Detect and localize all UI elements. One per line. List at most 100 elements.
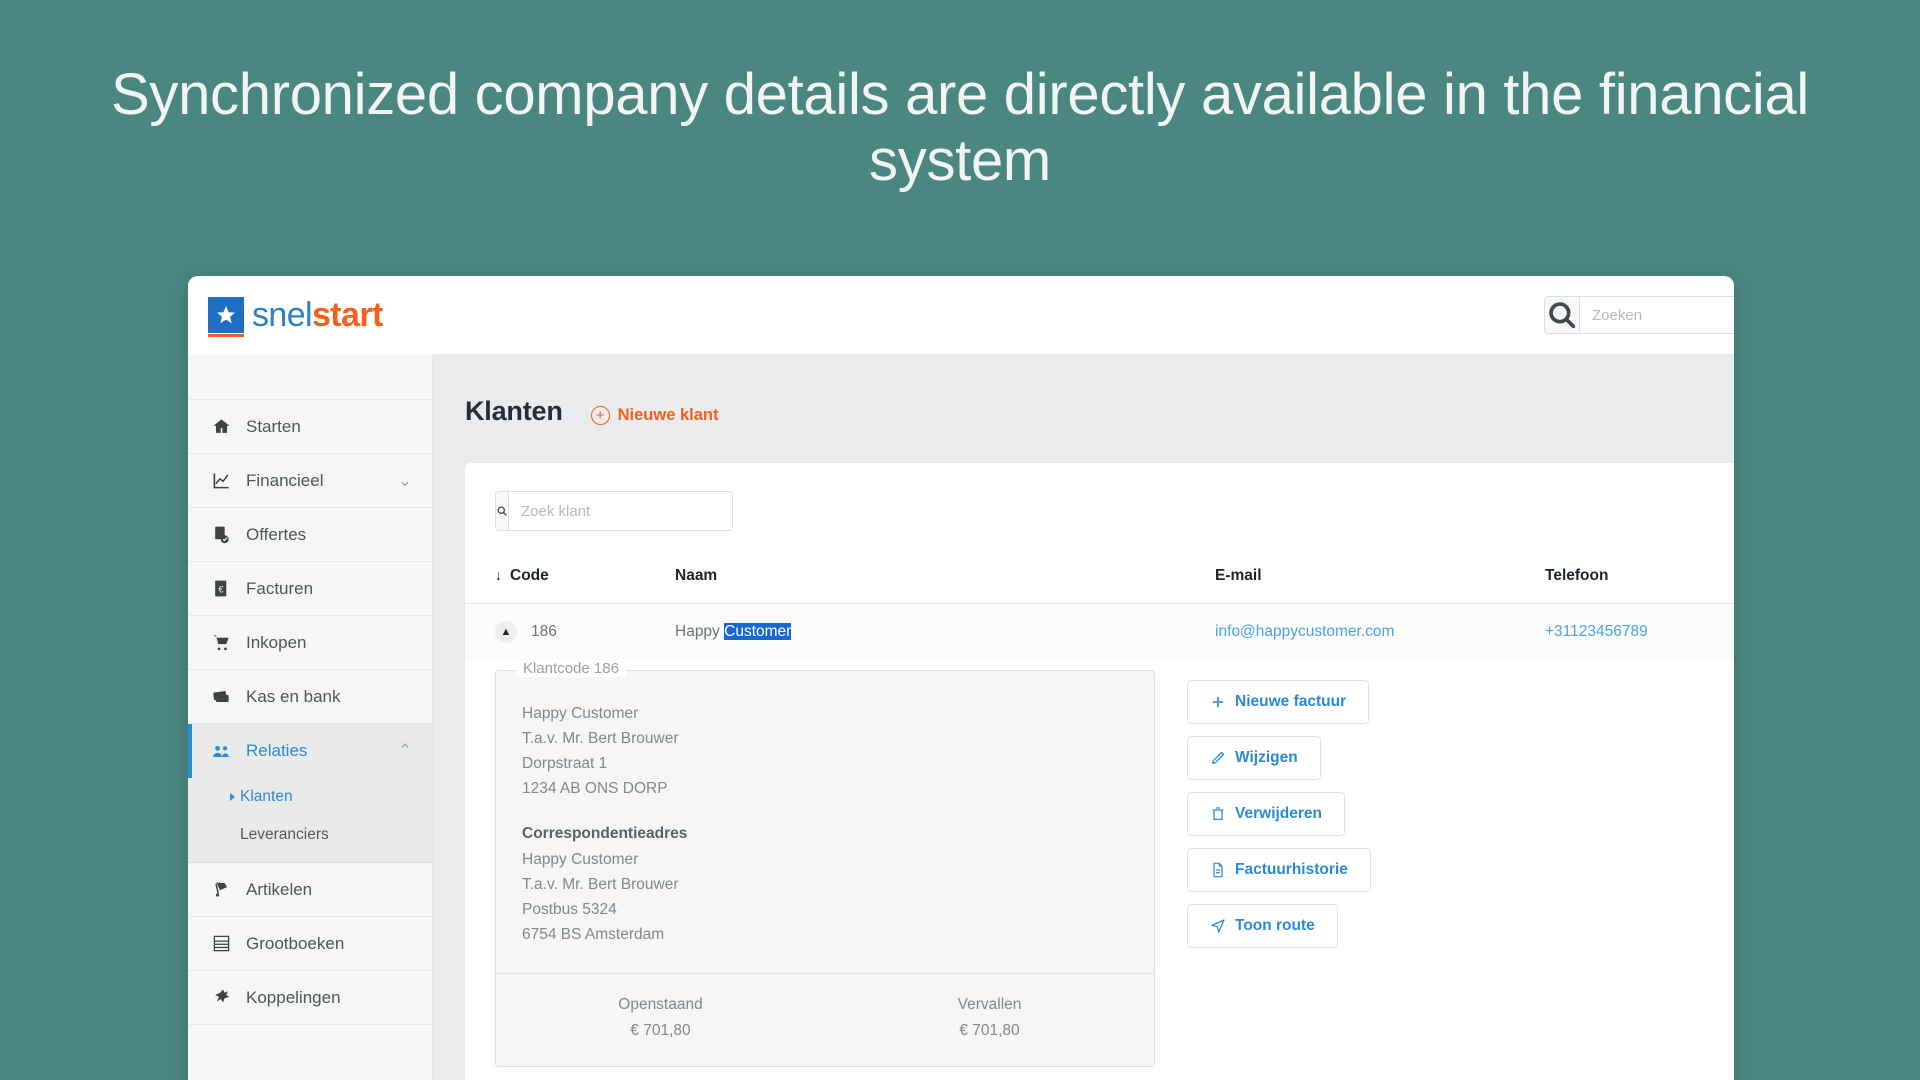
column-header-code[interactable]: ↓ Code bbox=[465, 553, 675, 604]
chevron-up-icon[interactable]: ⌃ bbox=[398, 741, 412, 761]
action-label: Toon route bbox=[1235, 917, 1315, 934]
sidebar-item-grootboeken[interactable]: Grootboeken bbox=[188, 917, 432, 971]
total-label: Vervallen bbox=[957, 995, 1022, 1013]
sort-desc-arrow-icon[interactable]: ↓ bbox=[495, 567, 502, 583]
sidebar-item-offertes[interactable]: Offertes bbox=[188, 508, 432, 562]
sidebar-item-artikelen[interactable]: Artikelen bbox=[188, 863, 432, 917]
correspondence-line: Happy Customer bbox=[522, 850, 639, 868]
sidebar-item-label: Koppelingen bbox=[246, 987, 341, 1007]
address-line: Happy Customer bbox=[522, 705, 639, 722]
klant-search-input[interactable] bbox=[509, 492, 732, 530]
global-search[interactable] bbox=[1544, 296, 1734, 334]
main-content: Klanten + Nieuwe klant Zoek klant ↓ Code… bbox=[433, 354, 1734, 1080]
page-title: Klanten bbox=[465, 396, 563, 426]
snelstart-logo[interactable]: snelstart bbox=[208, 297, 383, 337]
sidebar-top-spacer bbox=[188, 354, 432, 400]
table-row[interactable]: ▲ 186 Happy Customer info@happycustomer.c… bbox=[465, 603, 1734, 660]
nieuwe-klant-button[interactable]: + Nieuwe klant bbox=[590, 406, 719, 425]
chevron-down-icon[interactable]: ⌄ bbox=[398, 471, 412, 491]
people-icon bbox=[212, 742, 242, 761]
row-name-plain: Happy bbox=[675, 623, 725, 640]
sidebar-subitem-label: Klanten bbox=[240, 788, 293, 805]
dolly-icon bbox=[212, 880, 242, 899]
search-input[interactable] bbox=[1580, 297, 1734, 333]
logo-text-snel: snel bbox=[252, 296, 313, 334]
cell-email: info@happycustomer.com bbox=[1215, 603, 1545, 660]
invoice-icon: € bbox=[212, 579, 242, 598]
sidebar-item-label: Facturen bbox=[246, 578, 314, 598]
sidebar-item-financieel[interactable]: Financieel ⌄ bbox=[188, 454, 432, 508]
bank-icon bbox=[212, 687, 242, 706]
sidebar-item-starten[interactable]: Starten bbox=[188, 400, 432, 454]
total-label: Openstaand bbox=[618, 995, 703, 1013]
action-label: Nieuwe factuur bbox=[1235, 693, 1347, 710]
cell-code: ▲ 186 bbox=[465, 603, 675, 660]
sidebar-item-label: Financieel bbox=[246, 470, 324, 490]
totals-row: Openstaand € 701,80 Vervallen € 701,80 bbox=[496, 972, 1154, 1066]
column-header-naam[interactable]: Naam bbox=[675, 553, 1215, 604]
app-header: snelstart bbox=[188, 276, 1734, 354]
column-label: E-mail bbox=[1215, 567, 1262, 584]
klant-details-panel: Klantcode 186 Happy Customer T.a.v. Mr. … bbox=[465, 660, 1734, 1080]
sidebar-item-label: Artikelen bbox=[246, 879, 313, 899]
factuurhistorie-button[interactable]: Factuurhistorie bbox=[1187, 848, 1371, 892]
wijzigen-button[interactable]: Wijzigen bbox=[1187, 736, 1321, 780]
action-label: Wijzigen bbox=[1235, 749, 1298, 766]
klanten-search-wrap bbox=[465, 463, 1734, 553]
plus-icon bbox=[1212, 696, 1224, 708]
column-label: Telefoon bbox=[1545, 567, 1609, 584]
document-icon bbox=[1213, 862, 1223, 878]
correspondence-heading: Correspondentieadres bbox=[522, 825, 688, 843]
action-label: Verwijderen bbox=[1235, 805, 1323, 822]
correspondence-line: Postbus 5324 bbox=[522, 900, 617, 918]
search-icon[interactable] bbox=[1545, 297, 1580, 333]
nieuwe-factuur-button[interactable]: Nieuwe factuur bbox=[1187, 680, 1370, 724]
sidebar-subitem-leveranciers[interactable]: Leveranciers bbox=[188, 816, 432, 854]
sidebar-item-relaties[interactable]: Relaties ⌃ bbox=[188, 724, 432, 778]
home-icon bbox=[212, 417, 242, 436]
sidebar-item-label: Grootboeken bbox=[246, 933, 345, 953]
row-phone-link[interactable]: +31123456789 bbox=[1545, 623, 1648, 640]
toon-route-button[interactable]: Toon route bbox=[1187, 904, 1338, 948]
address-block: Happy Customer T.a.v. Mr. Bert Brouwer D… bbox=[496, 671, 1154, 973]
sidebar-item-label: Inkopen bbox=[246, 632, 307, 652]
correspondence-line: 6754 BS Amsterdam bbox=[522, 925, 665, 943]
search-icon[interactable] bbox=[496, 492, 509, 530]
cart-icon bbox=[212, 633, 242, 652]
action-label: Factuurhistorie bbox=[1235, 861, 1348, 878]
sidebar-item-label: Kas en bank bbox=[246, 686, 341, 706]
nieuwe-klant-label: Nieuwe klant bbox=[617, 406, 719, 424]
row-email-link[interactable]: info@happycustomer.com bbox=[1215, 623, 1394, 640]
table-head: ↓ Code Naam E-mail Telefoon bbox=[465, 553, 1734, 604]
pencil-icon bbox=[1212, 751, 1225, 764]
sidebar-item-koppelingen[interactable]: Koppelingen bbox=[188, 971, 432, 1025]
sidebar-item-label: Starten bbox=[246, 416, 301, 436]
sidebar-subitem-klanten[interactable]: Klanten bbox=[188, 778, 432, 816]
address-line: Dorpstraat 1 bbox=[522, 755, 608, 773]
klant-search[interactable] bbox=[495, 491, 733, 531]
ledger-icon bbox=[212, 934, 242, 953]
column-label: Naam bbox=[675, 567, 718, 584]
column-header-email[interactable]: E-mail bbox=[1215, 553, 1545, 604]
page-header: Klanten + Nieuwe klant bbox=[433, 354, 1734, 427]
sidebar-item-kas-en-bank[interactable]: Kas en bank bbox=[188, 670, 432, 724]
app-window: snelstart Starten Financieel ⌄ bbox=[188, 276, 1734, 1080]
column-header-telefoon[interactable]: Telefoon bbox=[1545, 553, 1734, 604]
klantcode-legend: Klantcode 186 bbox=[516, 660, 626, 677]
svg-text:€: € bbox=[218, 584, 224, 595]
sidebar-item-inkopen[interactable]: Inkopen bbox=[188, 616, 432, 670]
logo-wordmark: snelstart bbox=[252, 298, 383, 332]
column-label: Code bbox=[510, 567, 549, 584]
sidebar-subnav-relaties: Klanten Leveranciers bbox=[188, 778, 432, 863]
plug-icon bbox=[212, 988, 242, 1007]
slide-headline: Synchronized company details are directl… bbox=[111, 62, 1809, 193]
klanten-table: ↓ Code Naam E-mail Telefoon ▲ 186 Happy … bbox=[465, 553, 1734, 660]
chevron-up-icon[interactable]: ▲ bbox=[495, 621, 517, 643]
address-line: 1234 AB ONS DORP bbox=[522, 780, 668, 798]
row-name-selected: Customer bbox=[724, 623, 792, 640]
correspondence-line: T.a.v. Mr. Bert Brouwer bbox=[522, 875, 679, 893]
klanten-card: ↓ Code Naam E-mail Telefoon ▲ 186 bbox=[465, 463, 1734, 1080]
verwijderen-button[interactable]: Verwijderen bbox=[1187, 792, 1346, 836]
sidebar-item-facturen[interactable]: € Facturen bbox=[188, 562, 432, 616]
star-icon bbox=[208, 297, 244, 337]
